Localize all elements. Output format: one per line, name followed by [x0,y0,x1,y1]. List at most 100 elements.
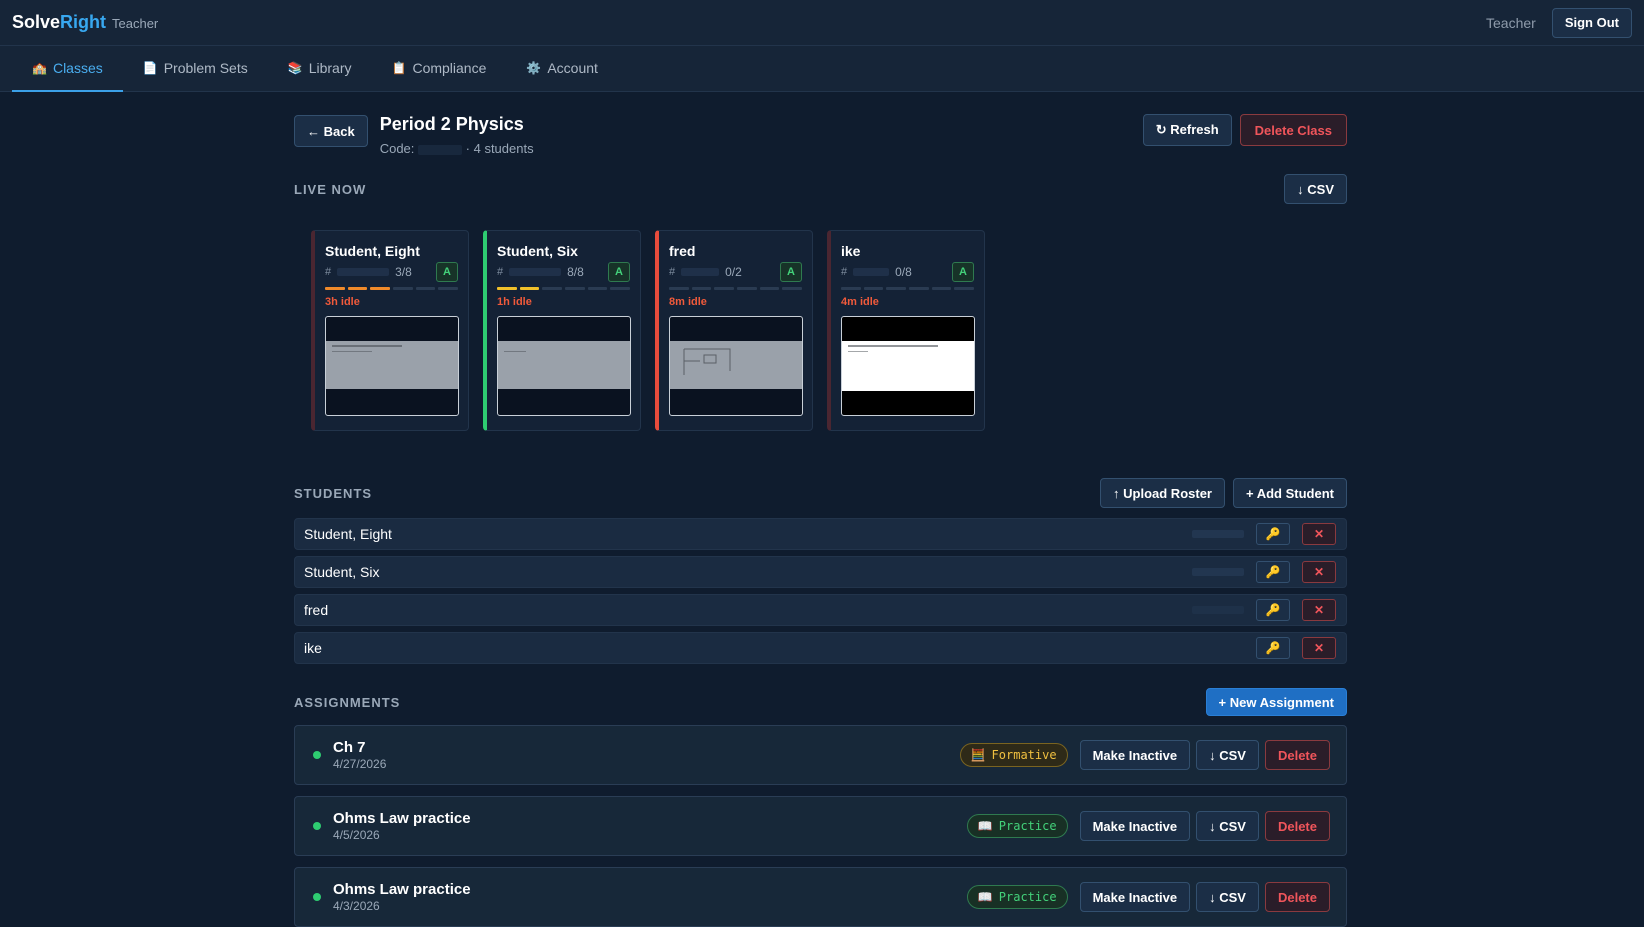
assignment-csv-button[interactable]: ↓ CSV [1196,882,1259,912]
reset-password-button[interactable]: 🔑 [1256,637,1290,659]
reset-password-button[interactable]: 🔑 [1256,599,1290,621]
tab-compliance[interactable]: 📋 Compliance [372,46,507,92]
class-header: ← Back Period 2 Physics Code: · 4 studen… [294,114,1347,156]
students-title: STUDENTS [294,485,373,501]
student-id: #3/8 [325,265,412,279]
delete-assignment-button[interactable]: Delete [1264,882,1330,912]
assignment-type-tag: 📖 Practice [966,885,1068,909]
student-row[interactable]: fred 🔑 ✕ [294,594,1347,626]
sign-out-button[interactable]: Sign Out [1551,7,1632,38]
main-nav: 🏫 Classes 📄 Problem Sets 📚 Library 📋 Com… [0,46,1644,92]
remove-student-button[interactable]: ✕ [1302,637,1336,659]
new-assignment-button[interactable]: + New Assignment [1205,688,1347,716]
assignments-section: ASSIGNMENTS + New Assignment Ch 7 4/27/2… [294,688,1347,927]
student-name: Student, Six [304,564,380,580]
tab-label: Account [547,60,598,76]
school-icon: 🏫 [32,61,47,75]
make-inactive-button[interactable]: Make Inactive [1079,882,1191,912]
live-cards: Student, Eight #3/8 A 3h idle Student, S… [311,230,1347,431]
progress-segment [497,287,517,290]
assignment-card[interactable]: Ohms Law practice 4/3/2026 📖 Practice Mak… [294,867,1347,927]
progress-count: 0/8 [895,265,912,279]
reset-password-button[interactable]: 🔑 [1256,523,1290,545]
make-inactive-button[interactable]: Make Inactive [1079,811,1191,841]
close-icon: ✕ [1313,641,1325,655]
remove-student-button[interactable]: ✕ [1302,523,1336,545]
progress-bars [841,287,975,290]
idle-status: 1h idle [497,296,532,308]
progress-segment [415,287,436,290]
assignment-type-tag: 📖 Practice [966,814,1068,838]
delete-assignment-button[interactable]: Delete [1264,811,1330,841]
redacted-student-id [1192,606,1244,614]
progress-segment [565,287,585,290]
refresh-button[interactable]: ↻ Refresh [1142,114,1232,146]
brand[interactable]: SolveRight Teacher [12,12,158,33]
student-row[interactable]: Student, Six 🔑 ✕ [294,556,1347,588]
live-student-card[interactable]: Student, Eight #3/8 A 3h idle [311,230,469,431]
assignment-csv-button[interactable]: ↓ CSV [1196,740,1259,770]
student-count: · 4 students [465,141,534,156]
brand-role-label: Teacher [112,16,159,31]
work-thumbnail[interactable] [497,316,631,416]
key-icon: 🔑 [1265,565,1281,579]
handwriting-mark [848,345,938,347]
student-row[interactable]: ike 🔑 ✕ [294,632,1347,664]
grade-badge: A [780,262,802,282]
delete-assignment-button[interactable]: Delete [1264,740,1330,770]
student-id: #0/8 [841,265,912,279]
tab-classes[interactable]: 🏫 Classes [12,46,123,92]
live-student-card[interactable]: fred #0/2 A 8m idle [655,230,813,431]
progress-count: 0/2 [725,265,742,279]
make-inactive-button[interactable]: Make Inactive [1079,740,1191,770]
live-student-name: Student, Six [497,243,578,259]
tab-library[interactable]: 📚 Library [268,46,372,92]
reset-password-button[interactable]: 🔑 [1256,561,1290,583]
progress-segment [841,287,861,290]
class-title: Period 2 Physics [379,114,524,134]
work-thumbnail[interactable] [841,316,975,416]
tag-label: Practice [998,890,1057,904]
document-icon: 📄 [142,61,158,75]
delete-class-button[interactable]: Delete Class [1239,114,1347,146]
active-status-dot [313,893,321,901]
redacted-id [509,268,562,276]
work-thumbnail[interactable] [325,316,459,416]
idle-status: 8m idle [669,296,707,308]
tab-account[interactable]: ⚙️ Account [506,46,618,92]
live-student-name: ike [841,243,861,259]
handwriting-mark [848,351,868,352]
remove-student-button[interactable]: ✕ [1302,561,1336,583]
back-button[interactable]: ← Back [294,115,368,147]
book-icon: 📖 [977,819,993,833]
progress-segment [347,287,368,290]
progress-segment [886,287,907,290]
remove-student-button[interactable]: ✕ [1302,599,1336,621]
live-csv-button[interactable]: ↓ CSV [1284,174,1347,204]
progress-segment [863,287,884,290]
assignment-card[interactable]: Ch 7 4/27/2026 🧮 Formative Make Inactive … [294,725,1347,785]
key-icon: 🔑 [1265,603,1281,617]
brand-name-accent: Right [60,12,107,32]
tag-label: Formative [991,748,1057,762]
gear-icon: ⚙️ [526,61,542,75]
assignment-csv-button[interactable]: ↓ CSV [1196,811,1259,841]
tab-problem-sets[interactable]: 📄 Problem Sets [123,46,268,92]
assignment-card[interactable]: Ohms Law practice 4/5/2026 📖 Practice Mak… [294,796,1347,856]
upload-roster-button[interactable]: ↑ Upload Roster [1100,478,1225,508]
work-thumbnail[interactable] [669,316,803,416]
add-student-button[interactable]: + Add Student [1233,478,1347,508]
progress-segment [909,287,929,290]
progress-segment [931,287,952,290]
student-id: #0/2 [669,265,742,279]
brand-logo: SolveRight [12,12,106,33]
live-student-card[interactable]: ike #0/8 A 4m idle [827,230,985,431]
live-student-card[interactable]: Student, Six #8/8 A 1h idle [483,230,641,431]
user-role-label: Teacher [1486,14,1536,31]
assignment-list: Ch 7 4/27/2026 🧮 Formative Make Inactive … [294,725,1347,927]
idle-status: 4m idle [841,296,879,308]
student-row[interactable]: Student, Eight 🔑 ✕ [294,518,1347,550]
progress-segment [759,287,780,290]
student-name: fred [304,602,329,618]
live-now-header: LIVE NOW ↓ CSV [294,174,1347,204]
